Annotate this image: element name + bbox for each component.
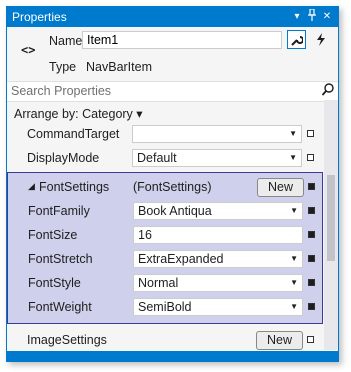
property-name: FontStyle bbox=[28, 276, 81, 290]
property-name: FontWeight bbox=[28, 300, 92, 314]
property-editor-dropdown[interactable]: Book Antiqua ▼ bbox=[133, 202, 303, 220]
properties-window: Properties ▾ ✕ <> Name Type NavBarItem A… bbox=[6, 6, 339, 362]
arrange-label: Arrange by: Category bbox=[14, 107, 133, 121]
scrollbar-thumb[interactable] bbox=[327, 175, 335, 261]
property-row: ImageSettings New bbox=[7, 328, 320, 352]
property-editor-dropdown[interactable]: ExtraExpanded ▼ bbox=[133, 250, 303, 268]
chevron-down-icon: ▾ bbox=[136, 107, 143, 121]
property-header: <> Name Type NavBarItem bbox=[7, 27, 338, 82]
property-editor-dropdown[interactable]: ▼ bbox=[132, 125, 302, 143]
property-name: CommandTarget bbox=[27, 127, 120, 141]
dropdown-arrow-icon[interactable]: ▼ bbox=[290, 251, 298, 267]
property-name: FontSize bbox=[28, 228, 78, 242]
font-settings-group: ◢ FontSettings (FontSettings) New FontFa… bbox=[7, 172, 323, 324]
chevron-down-icon[interactable]: ▾ bbox=[290, 9, 304, 24]
new-button[interactable]: New bbox=[257, 178, 304, 197]
property-value: Book Antiqua bbox=[138, 204, 212, 218]
property-marker[interactable] bbox=[307, 154, 314, 161]
property-row: FontStyle Normal ▼ bbox=[8, 271, 321, 295]
property-row: CommandTarget ▼ bbox=[7, 122, 320, 146]
code-icon: <> bbox=[21, 43, 36, 57]
property-value: 16 bbox=[138, 228, 152, 242]
property-editor-dropdown[interactable]: Normal ▼ bbox=[133, 274, 303, 292]
property-row: FontStretch ExtraExpanded ▼ bbox=[8, 247, 321, 271]
property-marker[interactable] bbox=[308, 279, 315, 286]
property-editor-dropdown[interactable]: Default ▼ bbox=[132, 149, 302, 167]
property-marker[interactable] bbox=[307, 130, 314, 137]
dropdown-arrow-icon[interactable]: ▼ bbox=[290, 203, 298, 219]
wrench-icon[interactable] bbox=[287, 30, 306, 49]
type-label: Type bbox=[49, 60, 77, 74]
property-marker[interactable] bbox=[307, 336, 314, 343]
property-marker[interactable] bbox=[308, 231, 315, 238]
status-bar bbox=[7, 351, 338, 361]
window-title: Properties bbox=[12, 10, 67, 24]
close-icon[interactable]: ✕ bbox=[320, 9, 334, 24]
dropdown-arrow-icon[interactable]: ▼ bbox=[289, 126, 297, 142]
wrench-icon-shape bbox=[290, 36, 304, 46]
property-name: DisplayMode bbox=[27, 151, 100, 165]
property-name: ImageSettings bbox=[27, 333, 107, 347]
property-value: (FontSettings) bbox=[133, 180, 212, 194]
property-value: Normal bbox=[138, 276, 179, 290]
property-row: FontFamily Book Antiqua ▼ bbox=[8, 199, 321, 223]
property-row: DisplayMode Default ▼ bbox=[7, 146, 320, 170]
search-input[interactable] bbox=[11, 83, 311, 99]
property-value: SemiBold bbox=[138, 300, 192, 314]
property-name: FontFamily bbox=[28, 204, 90, 218]
lightning-icon[interactable] bbox=[311, 30, 330, 49]
dropdown-arrow-icon[interactable]: ▼ bbox=[290, 275, 298, 291]
property-row-expanded[interactable]: ◢ FontSettings (FontSettings) New bbox=[8, 175, 321, 199]
property-marker[interactable] bbox=[308, 207, 315, 214]
title-bar[interactable]: Properties ▾ ✕ bbox=[7, 7, 338, 27]
search-bar bbox=[7, 81, 338, 102]
property-value: Default bbox=[137, 151, 177, 165]
property-name: FontStretch bbox=[28, 252, 93, 266]
property-editor-dropdown[interactable]: SemiBold ▼ bbox=[133, 298, 303, 316]
name-field[interactable] bbox=[82, 31, 282, 49]
pin-icon-shape bbox=[308, 8, 316, 21]
property-name: FontSettings bbox=[39, 180, 110, 194]
dropdown-arrow-icon[interactable]: ▼ bbox=[290, 299, 298, 315]
new-button[interactable]: New bbox=[256, 331, 303, 350]
property-row: FontWeight SemiBold ▼ bbox=[8, 295, 321, 319]
property-value: ExtraExpanded bbox=[138, 252, 224, 266]
type-value: NavBarItem bbox=[86, 60, 152, 74]
property-marker[interactable] bbox=[308, 183, 315, 190]
search-icon[interactable] bbox=[321, 83, 334, 99]
lightning-icon-shape bbox=[316, 33, 325, 46]
search-icon-shape bbox=[321, 83, 334, 96]
expand-toggle-icon[interactable]: ◢ bbox=[28, 181, 35, 192]
property-marker[interactable] bbox=[308, 255, 315, 262]
property-marker[interactable] bbox=[308, 303, 315, 310]
property-row: FontSize 16 bbox=[8, 223, 321, 247]
pin-icon[interactable] bbox=[305, 8, 319, 24]
property-editor-text[interactable]: 16 bbox=[133, 226, 303, 244]
dropdown-arrow-icon[interactable]: ▼ bbox=[289, 150, 297, 166]
arrange-by-dropdown[interactable]: Arrange by: Category ▾ bbox=[14, 106, 143, 121]
name-label: Name bbox=[49, 34, 83, 48]
